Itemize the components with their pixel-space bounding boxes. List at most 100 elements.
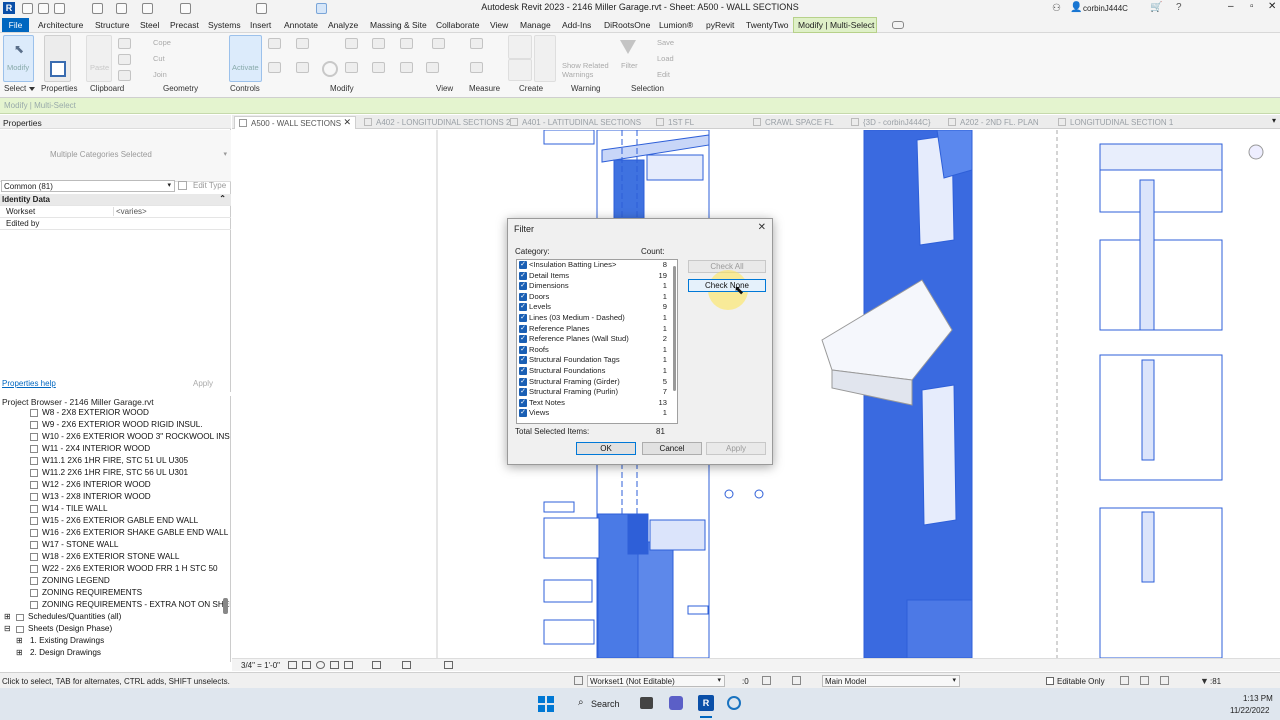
checkbox[interactable]: ✓ <box>519 271 527 280</box>
visual-style-icon[interactable] <box>302 661 311 669</box>
list-item[interactable]: ✓ Reference Planes 1 <box>517 324 667 335</box>
tab-a202[interactable]: A202 - 2ND FL. PLAN <box>944 116 1064 129</box>
task-view-icon[interactable] <box>640 697 653 709</box>
workset-row[interactable]: Workset <varies> <box>0 206 231 218</box>
filter-button[interactable]: Filter <box>621 61 638 70</box>
tree-item[interactable]: W13 - 2X8 INTERIOR WOOD <box>0 492 230 504</box>
rotate-icon[interactable] <box>322 61 338 77</box>
tab-1st-fl[interactable]: 1ST FL <box>652 116 732 129</box>
tab-3d[interactable]: {3D - corbinJ444C} <box>847 116 947 129</box>
folder-sheets[interactable]: ⊟ Sheets (Design Phase) <box>0 624 230 636</box>
list-item[interactable]: ✓ Reference Planes (Wall Stud) 2 <box>517 334 667 345</box>
select-dropdown-icon[interactable] <box>29 87 35 91</box>
list-item[interactable]: ✓ Structural Framing (Purlin) 7 <box>517 387 667 398</box>
pin-icon[interactable] <box>400 62 413 73</box>
checkbox[interactable]: ✓ <box>519 324 527 333</box>
tab-precast[interactable]: Precast <box>170 20 199 30</box>
tab-dirootsone[interactable]: DiRootsOne <box>604 20 650 30</box>
save-selection[interactable]: Save <box>657 38 674 47</box>
tree-item[interactable]: W10 - 2X6 EXTERIOR WOOD 3" ROCKWOOL INSU… <box>0 432 230 444</box>
mirror-icon[interactable] <box>345 38 358 49</box>
list-item[interactable]: ✓ Levels 9 <box>517 302 667 313</box>
filter-icon[interactable] <box>620 40 636 54</box>
clock-date[interactable]: 11/22/2022 <box>1230 706 1269 715</box>
list-item[interactable]: ✓ Dimensions 1 <box>517 281 667 292</box>
checkbox[interactable]: ✓ <box>519 314 527 322</box>
tree-item[interactable]: W22 - 2X6 EXTERIOR WOOD FRR 1 H STC 50 <box>0 564 230 576</box>
binoculars-icon[interactable]: ⚇ <box>1052 3 1061 14</box>
activate-button[interactable]: Activate <box>229 35 262 82</box>
clock-time[interactable]: 1:13 PM <box>1243 694 1273 703</box>
select-pinned-icon[interactable] <box>1160 676 1169 685</box>
list-item[interactable]: ✓ Doors 1 <box>517 292 667 303</box>
editable-only-checkbox[interactable] <box>1046 677 1054 685</box>
tree-item[interactable]: ZONING REQUIREMENTS <box>0 588 230 600</box>
properties-help-link[interactable]: Properties help <box>2 379 56 388</box>
paste-button[interactable]: Paste <box>86 35 112 82</box>
tree-item[interactable]: W12 - 2X6 INTERIOR WOOD <box>0 480 230 492</box>
tab-manage[interactable]: Manage <box>520 20 551 30</box>
tree-item[interactable]: W16 - 2X6 EXTERIOR SHAKE GABLE END WALL <box>0 528 230 540</box>
folder-schedules[interactable]: ⊞ Schedules/Quantities (all) <box>0 612 230 624</box>
tree-item[interactable]: W11 - 2X4 INTERIOR WOOD <box>0 444 230 456</box>
design-options-icon[interactable] <box>762 676 771 685</box>
copy-move-icon[interactable] <box>296 62 309 73</box>
ribbon-options-icon[interactable] <box>892 21 904 29</box>
folder-design[interactable]: ⊞ 2. Design Drawings <box>0 648 230 660</box>
create-assembly-button[interactable] <box>508 35 532 59</box>
instance-filter-dropdown[interactable]: Common (81) ▾ <box>1 180 175 192</box>
folder-existing[interactable]: ⊞ 1. Existing Drawings <box>0 636 230 648</box>
checkbox[interactable]: ✓ <box>519 345 527 354</box>
revit-taskbar-icon[interactable]: R <box>698 695 714 711</box>
list-item[interactable]: ✓ Views 1 <box>517 408 667 419</box>
dialog-close-button[interactable]: ✕ <box>758 222 766 233</box>
dimension-icon[interactable] <box>470 62 483 73</box>
file-menu[interactable]: File <box>2 18 29 32</box>
list-item[interactable]: ✓ <Insulation Batting Lines> 8 <box>517 260 667 271</box>
list-item[interactable]: ✓ Structural Foundations 1 <box>517 366 667 377</box>
checkbox[interactable]: ✓ <box>519 356 527 365</box>
tab-view[interactable]: View <box>490 20 508 30</box>
tree-item[interactable]: W9 - 2X6 EXTERIOR WOOD RIGID INSUL. <box>0 420 230 432</box>
tab-lumion[interactable]: Lumion® <box>659 20 693 30</box>
list-scrollbar[interactable] <box>673 266 676 391</box>
model-dropdown[interactable]: Main Model ▾ <box>822 675 960 687</box>
tab-analyze[interactable]: Analyze <box>328 20 358 30</box>
tree-item[interactable]: W17 - STONE WALL <box>0 540 230 552</box>
close-tab-icon[interactable]: ✕ <box>343 117 351 128</box>
edit-type-button[interactable]: Edit Type <box>178 180 228 192</box>
align-icon[interactable] <box>268 38 281 49</box>
tree-item[interactable]: ZONING LEGEND <box>0 576 230 588</box>
list-item[interactable]: ✓ Roofs 1 <box>517 345 667 356</box>
tab-insert[interactable]: Insert <box>250 20 271 30</box>
tab-collaborate[interactable]: Collaborate <box>436 20 479 30</box>
crop-icon[interactable] <box>344 661 353 669</box>
check-none-button[interactable]: Check None <box>688 279 766 292</box>
scale-icon[interactable] <box>400 38 413 49</box>
load-selection[interactable]: Load <box>657 54 674 63</box>
create-similar-button[interactable] <box>534 35 556 82</box>
reveal-hidden-icon[interactable] <box>402 661 411 669</box>
teams-icon[interactable] <box>669 696 683 710</box>
minimize-button[interactable]: – <box>1228 1 1234 12</box>
list-item[interactable]: ✓ Structural Framing (Girder) 5 <box>517 377 667 388</box>
type-selector[interactable]: Multiple Categories Selected ▾ <box>0 130 231 182</box>
tree-item[interactable]: W14 - TILE WALL <box>0 504 230 516</box>
tab-crawl-space[interactable]: CRAWL SPACE FL <box>749 116 849 129</box>
tree-item[interactable]: W8 - 2X8 EXTERIOR WOOD <box>0 408 230 420</box>
tree-item[interactable]: W15 - 2X6 EXTERIOR GABLE END WALL <box>0 516 230 528</box>
close-button[interactable]: ✕ <box>1268 1 1276 12</box>
tab-architecture[interactable]: Architecture <box>38 20 83 30</box>
restore-button[interactable]: ▫ <box>1250 1 1254 12</box>
cut-icon[interactable] <box>118 54 131 65</box>
show-related-warnings-button[interactable]: Show Related Warnings <box>562 61 614 79</box>
cut-label[interactable]: Cut <box>153 54 165 63</box>
taskbar-search[interactable]: Search <box>591 699 620 709</box>
ok-button[interactable]: OK <box>576 442 636 455</box>
record-icon[interactable] <box>727 696 741 710</box>
copy-icon[interactable] <box>118 38 131 49</box>
tab-twentytwo[interactable]: TwentyTwo <box>746 20 789 30</box>
checkbox[interactable]: ✓ <box>519 282 527 291</box>
tab-pyrevit[interactable]: pyRevit <box>706 20 734 30</box>
join-label[interactable]: Join <box>153 70 167 79</box>
